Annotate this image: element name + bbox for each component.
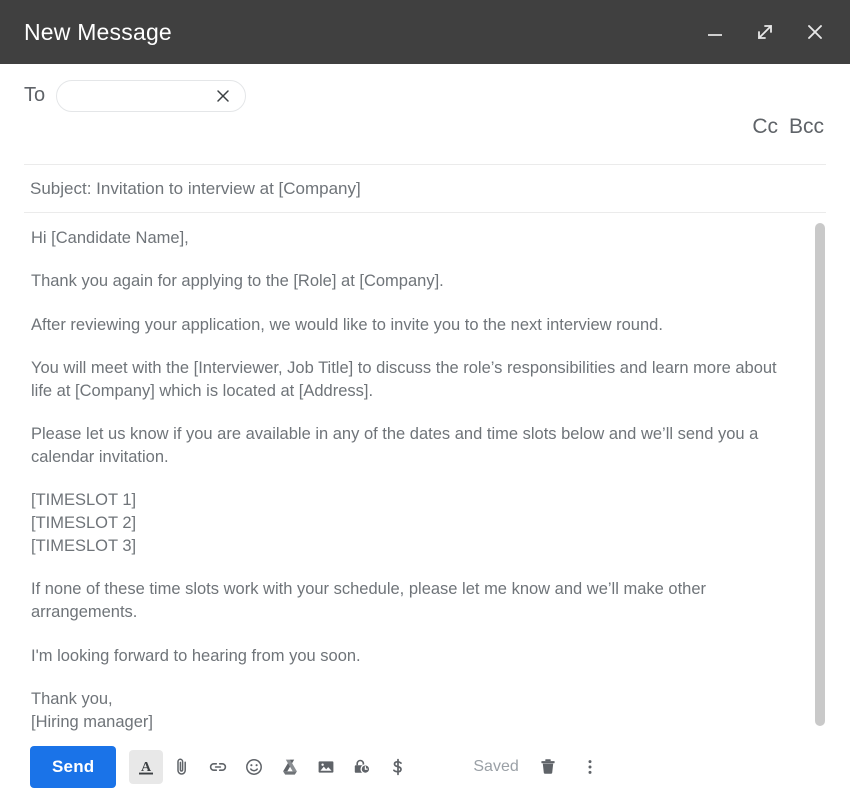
body-signoff: Thank you, [31,689,113,708]
confidential-mode-button[interactable] [345,750,379,784]
compose-window: New Message To Cc Bcc Subject: Invitatio… [0,0,850,800]
window-controls [698,15,832,49]
insert-photo-icon [318,761,334,773]
expand-button[interactable] [748,15,782,49]
expand-icon [758,25,772,39]
body-paragraph: You will meet with the [Interviewer, Job… [31,358,777,400]
window-title: New Message [24,18,172,45]
discard-draft-button[interactable] [531,750,565,784]
body-scrollbar-thumb[interactable] [815,223,825,726]
body-paragraph: Please let us know if you are available … [31,424,759,466]
cc-bcc-group: Cc Bcc [752,116,824,137]
close-button[interactable] [798,15,832,49]
body-paragraph: I'm looking forward to hearing from you … [31,646,361,665]
insert-emoji-icon [246,759,263,775]
message-body[interactable]: Hi [Candidate Name], Thank you again for… [31,227,804,733]
to-label: To [24,84,46,106]
insert-money-button[interactable] [381,750,415,784]
insert-emoji-button[interactable] [237,750,271,784]
saved-status: Saved [473,758,519,775]
subject-row[interactable]: Subject: Invitation to interview at [Com… [0,165,850,212]
bcc-button[interactable]: Bcc [789,116,824,137]
formatting-toolbar: A [129,750,415,784]
body-signature: [Hiring manager] [31,712,153,731]
minimize-icon [708,34,722,36]
body-timeslot-2: [TIMESLOT 2] [31,514,137,533]
insert-drive-file-icon [283,759,298,775]
cc-button[interactable]: Cc [752,116,778,137]
insert-link-button[interactable] [201,750,235,784]
subject-input[interactable]: Subject: Invitation to interview at [Com… [30,179,826,199]
attach-file-icon [177,758,187,775]
more-options-button[interactable] [573,750,607,784]
recipients-section: To Cc Bcc [0,64,850,164]
to-row: To [24,80,826,112]
insert-photo-button[interactable] [309,750,343,784]
window-titlebar: New Message [0,0,850,64]
body-timeslot-3: [TIMESLOT 3] [31,537,137,556]
formatting-options-button[interactable]: A [129,750,164,784]
body-paragraph: After reviewing your application, we wou… [31,315,663,334]
body-paragraph: If none of these time slots work with yo… [31,580,707,622]
trash-icon [541,759,555,774]
message-body-area[interactable]: Hi [Candidate Name], Thank you again for… [0,213,850,734]
send-button[interactable]: Send [30,746,117,788]
body-scrollbar[interactable] [815,223,825,726]
compose-toolbar: Send A Saved [0,734,850,800]
attach-file-button[interactable] [165,750,199,784]
body-paragraph: Hi [Candidate Name], [31,229,189,248]
insert-money-icon [393,758,403,776]
toolbar-right-group: Saved [473,750,606,784]
insert-drive-file-button[interactable] [273,750,307,784]
formatting-options-icon: A [139,760,154,775]
body-timeslot-1: [TIMESLOT 1] [31,491,137,510]
body-paragraph: Thank you again for applying to the [Rol… [31,272,444,291]
confidential-mode-icon [355,759,371,775]
minimize-button[interactable] [698,15,732,49]
to-input[interactable] [56,80,247,112]
close-icon [808,25,822,39]
clear-recipient-icon[interactable] [215,88,231,104]
insert-link-icon [210,763,227,771]
more-options-icon [588,760,592,774]
